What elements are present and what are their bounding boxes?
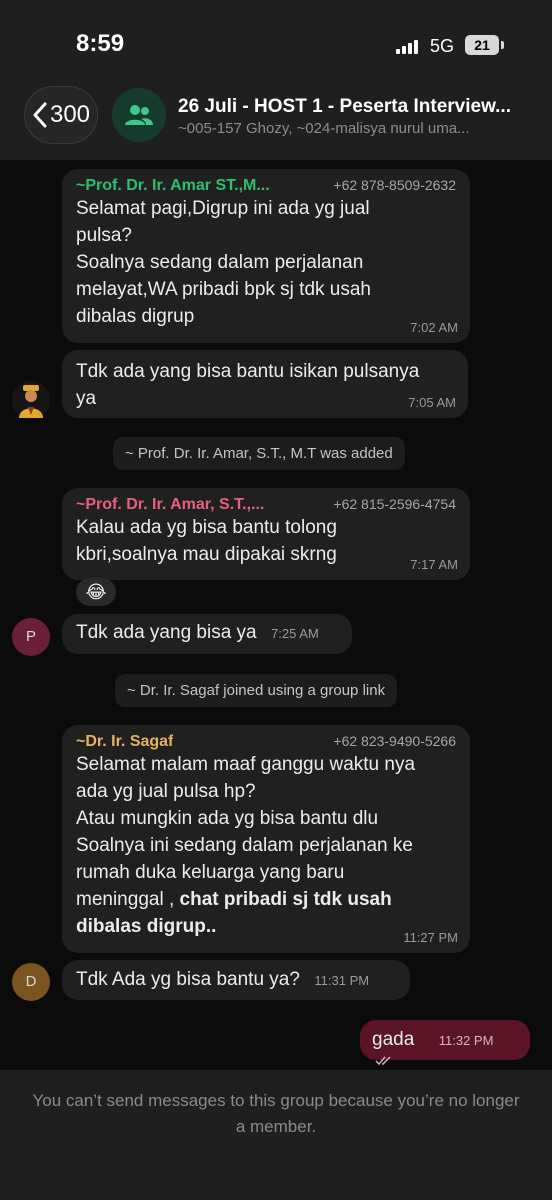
message-text: Selamat malam maaf ganggu waktu nya ada … [76,754,416,937]
message-text: Tdk Ada yg bisa bantu ya? [76,969,300,990]
message-text: Tdk ada yang bisa bantu isikan pulsanya … [76,361,420,409]
message-time: 11:32 PM [438,1033,494,1048]
person-photo-icon [12,381,50,419]
network-type: 5G [430,36,455,56]
message-bubble-5[interactable]: ~Dr. Ir. Sagaf +62 823-9490-5266 Selamat… [62,725,470,953]
reaction-emoji[interactable]: 😂 [76,578,116,606]
battery-tip [501,41,504,49]
system-message: ~ Prof. Dr. Ir. Amar, S.T., M.T was adde… [113,437,405,470]
sender-avatar[interactable]: P [12,618,50,656]
sender-phone: +62 823-9490-5266 [333,733,456,749]
signal-icon [396,38,422,54]
sender-name[interactable]: ~Prof. Dr. Ir. Amar, S.T.,... [76,496,264,514]
message-text: gada [372,1029,415,1050]
message-text: Selamat pagi,Digrup ini ada yg jual puls… [76,198,371,327]
battery-icon: 21 [465,35,499,55]
message-time: 7:02 AM [410,320,458,335]
group-title[interactable]: 26 Juli - HOST 1 - Peserta Interview... [178,96,538,118]
status-time: 8:59 [76,30,125,57]
group-icon [125,105,153,125]
unread-count: 300 [49,101,91,128]
status-bar: 8:59 5G 21 [0,0,552,80]
sender-avatar[interactable]: D [12,963,50,1001]
message-time: 11:31 PM [314,973,370,988]
message-time: 7:05 AM [408,395,456,410]
sender-avatar[interactable] [12,381,50,419]
back-button[interactable]: 300 [24,86,98,144]
group-avatar[interactable] [112,88,166,142]
chat-header: 300 26 Juli - HOST 1 - Peserta Interview… [0,80,552,160]
message-time: 7:17 AM [410,557,458,572]
group-members[interactable]: ~005-157 Ghozy, ~024-malisya nurul uma..… [178,120,523,137]
footer: You can’t send messages to this group be… [0,1070,552,1200]
message-text: Kalau ada yg bisa bantu tolong kbri,soal… [76,517,337,565]
sender-name[interactable]: ~Dr. Ir. Sagaf [76,733,173,751]
message-bubble-3[interactable]: ~Prof. Dr. Ir. Amar, S.T.,... +62 815-25… [62,488,470,580]
message-bubble-6[interactable]: Tdk Ada yg bisa bantu ya? 11:31 PM [62,960,410,1000]
message-time: 11:27 PM [403,930,458,945]
chevron-left-icon [33,102,47,128]
message-bubble-outgoing[interactable]: gada 11:32 PM [360,1020,530,1066]
message-time: 7:25 AM [271,626,319,641]
message-bubble-1[interactable]: ~Prof. Dr. Ir. Amar ST.,M... +62 878-850… [62,169,470,343]
double-check-icon [375,1056,391,1066]
sender-phone: +62 815-2596-4754 [333,496,456,512]
sender-phone: +62 878-8509-2632 [333,177,456,193]
message-bubble-4[interactable]: Tdk ada yang bisa ya 7:25 AM [62,614,352,654]
system-message: ~ Dr. Ir. Sagaf joined using a group lin… [115,674,398,707]
message-bubble-2[interactable]: Tdk ada yang bisa bantu isikan pulsanya … [62,350,468,418]
sender-name[interactable]: ~Prof. Dr. Ir. Amar ST.,M... [76,177,270,195]
message-text: Tdk ada yang bisa ya [76,622,257,643]
not-member-notice: You can’t send messages to this group be… [32,1091,520,1136]
